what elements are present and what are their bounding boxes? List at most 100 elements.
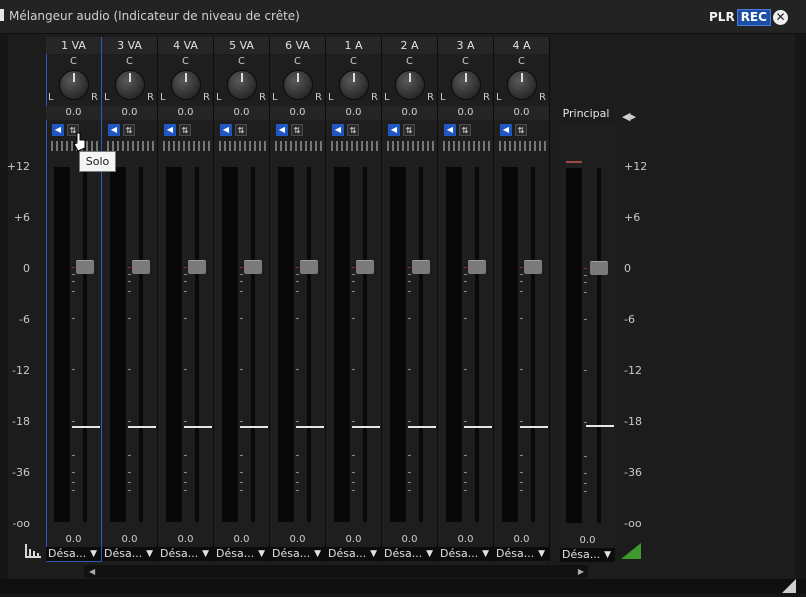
clip-indicator	[566, 161, 582, 168]
channel-strip[interactable]: 4 VA C L R 0.0 ◀ ⇅ 0.0 Désa... ▼	[158, 37, 214, 562]
channel-strip[interactable]: 1 VA C L R 0.0 ◀ ⇅ 0.0 Désa... ▼	[46, 37, 102, 562]
pan-value[interactable]: 0.0	[326, 106, 381, 120]
channel-strip[interactable]: 1 A C L R 0.0 ◀ ⇅ 0.0 Désa... ▼	[326, 37, 382, 562]
pan-value[interactable]: 0.0	[214, 106, 269, 120]
pan-right-label: R	[539, 92, 546, 103]
output-routing-select[interactable]: Désa... ▼	[270, 547, 325, 561]
level-meter	[222, 167, 243, 522]
master-volume-fader[interactable]	[590, 261, 608, 275]
output-routing-select[interactable]: Désa... ▼	[438, 547, 493, 561]
pan-value[interactable]: 0.0	[102, 106, 157, 120]
solo-icon[interactable]: ⇅	[459, 124, 471, 136]
scroll-left-icon[interactable]: ◀	[89, 565, 95, 578]
output-routing-select[interactable]: Désa... ▼	[102, 547, 157, 561]
pan-value[interactable]: 0.0	[382, 106, 437, 120]
output-routing-select[interactable]: Désa... ▼	[494, 547, 549, 561]
volume-fader[interactable]	[412, 260, 430, 274]
pan-knob[interactable]	[283, 70, 313, 100]
volume-fader[interactable]	[356, 260, 374, 274]
channel-strip[interactable]: 3 VA C L R 0.0 ◀ ⇅ 0.0 Désa... ▼	[102, 37, 158, 562]
solo-icon[interactable]: ⇅	[235, 124, 247, 136]
channel-strip[interactable]: 2 A C L R 0.0 ◀ ⇅ 0.0 Désa... ▼	[382, 37, 438, 562]
pan-value[interactable]: 0.0	[158, 106, 213, 120]
solo-icon[interactable]: ⇅	[515, 124, 527, 136]
pan-right-label: R	[259, 92, 266, 103]
solo-icon[interactable]: ⇅	[179, 124, 191, 136]
scale-label: -18	[624, 415, 642, 428]
output-routing-select[interactable]: Désa... ▼	[382, 547, 437, 561]
pan-knob[interactable]	[227, 70, 257, 100]
speaker-icon[interactable]: ◀	[52, 124, 64, 136]
volume-value[interactable]: 0.0	[382, 533, 437, 546]
close-icon[interactable]: ✕	[773, 10, 788, 25]
play-icon[interactable]	[621, 543, 641, 559]
volume-value[interactable]: 0.0	[214, 533, 269, 546]
solo-icon[interactable]: ⇅	[291, 124, 303, 136]
pan-value[interactable]: 0.0	[494, 106, 549, 120]
volume-fader[interactable]	[188, 260, 206, 274]
speaker-icon[interactable]: ◀	[444, 124, 456, 136]
volume-fader[interactable]	[468, 260, 486, 274]
pan-knob[interactable]	[171, 70, 201, 100]
pan-value[interactable]: 0.0	[46, 106, 101, 120]
pan-knob[interactable]	[59, 70, 89, 100]
scale-label: -oo	[12, 517, 30, 530]
scale-label: +6	[13, 211, 30, 224]
master-routing-select[interactable]: Désa... ▼	[560, 548, 615, 562]
window-titlebar: Mélangeur audio (Indicateur de niveau de…	[0, 0, 806, 34]
channel-strip[interactable]: 4 A C L R 0.0 ◀ ⇅ 0.0 Désa... ▼	[494, 37, 550, 562]
channel-strip[interactable]: 6 VA C L R 0.0 ◀ ⇅ 0.0 Désa... ▼	[270, 37, 326, 562]
volume-value[interactable]: 0.0	[494, 533, 549, 546]
volume-value[interactable]: 0.0	[270, 533, 325, 546]
pan-value[interactable]: 0.0	[438, 106, 493, 120]
routing-indicators	[107, 141, 155, 151]
scale-label: -18	[12, 415, 30, 428]
scroll-right-icon[interactable]: ▶	[578, 565, 584, 578]
output-routing-select[interactable]: Désa... ▼	[158, 547, 213, 561]
resize-grip-icon[interactable]	[782, 578, 796, 593]
speaker-icon[interactable]: ◀	[108, 124, 120, 136]
volume-fader[interactable]	[132, 260, 150, 274]
channel-strip[interactable]: 5 VA C L R 0.0 ◀ ⇅ 0.0 Désa... ▼	[214, 37, 270, 562]
solo-icon[interactable]: ⇅	[347, 124, 359, 136]
pan-left-label: L	[272, 92, 278, 103]
speaker-icon[interactable]: ◀	[220, 124, 232, 136]
pan-left-label: L	[328, 92, 334, 103]
pan-knob[interactable]	[339, 70, 369, 100]
pan-knob[interactable]	[451, 70, 481, 100]
volume-value[interactable]: 0.0	[46, 533, 101, 546]
pan-value[interactable]: 0.0	[270, 106, 325, 120]
routing-select-value: Désa...	[384, 547, 423, 560]
volume-fader[interactable]	[524, 260, 542, 274]
speaker-icon[interactable]: ◀	[332, 124, 344, 136]
pan-knob[interactable]	[115, 70, 145, 100]
volume-value[interactable]: 0.0	[158, 533, 213, 546]
speaker-icon[interactable]: ◀	[164, 124, 176, 136]
output-routing-select[interactable]: Désa... ▼	[214, 547, 269, 561]
fader-track	[363, 167, 367, 522]
master-strip[interactable]: 0.0 Désa... ▼	[560, 124, 615, 562]
output-routing-select[interactable]: Désa... ▼	[326, 547, 381, 561]
fader-level-line	[408, 426, 436, 428]
master-volume-value[interactable]: 0.0	[560, 534, 615, 547]
volume-value[interactable]: 0.0	[102, 533, 157, 546]
volume-fader[interactable]	[300, 260, 318, 274]
pan-knob[interactable]	[507, 70, 537, 100]
volume-fader[interactable]	[76, 260, 94, 274]
solo-icon[interactable]: ⇅	[403, 124, 415, 136]
speaker-icon[interactable]: ◀	[500, 124, 512, 136]
horizontal-scrollbar[interactable]: ◀ ▶	[84, 565, 588, 578]
speaker-icon[interactable]: ◀	[276, 124, 288, 136]
volume-value[interactable]: 0.0	[326, 533, 381, 546]
volume-value[interactable]: 0.0	[438, 533, 493, 546]
solo-icon[interactable]: ⇅	[123, 124, 135, 136]
channel-strip[interactable]: 3 A C L R 0.0 ◀ ⇅ 0.0 Désa... ▼	[438, 37, 494, 562]
mixer-settings-icon[interactable]	[24, 542, 42, 560]
output-routing-select[interactable]: Désa... ▼	[46, 547, 101, 561]
speaker-icon[interactable]: ◀	[388, 124, 400, 136]
routing-select-value: Désa...	[496, 547, 535, 560]
pan-knob[interactable]	[395, 70, 425, 100]
chevron-down-icon: ▼	[370, 549, 377, 559]
volume-fader[interactable]	[244, 260, 262, 274]
chevron-down-icon: ▼	[314, 549, 321, 559]
